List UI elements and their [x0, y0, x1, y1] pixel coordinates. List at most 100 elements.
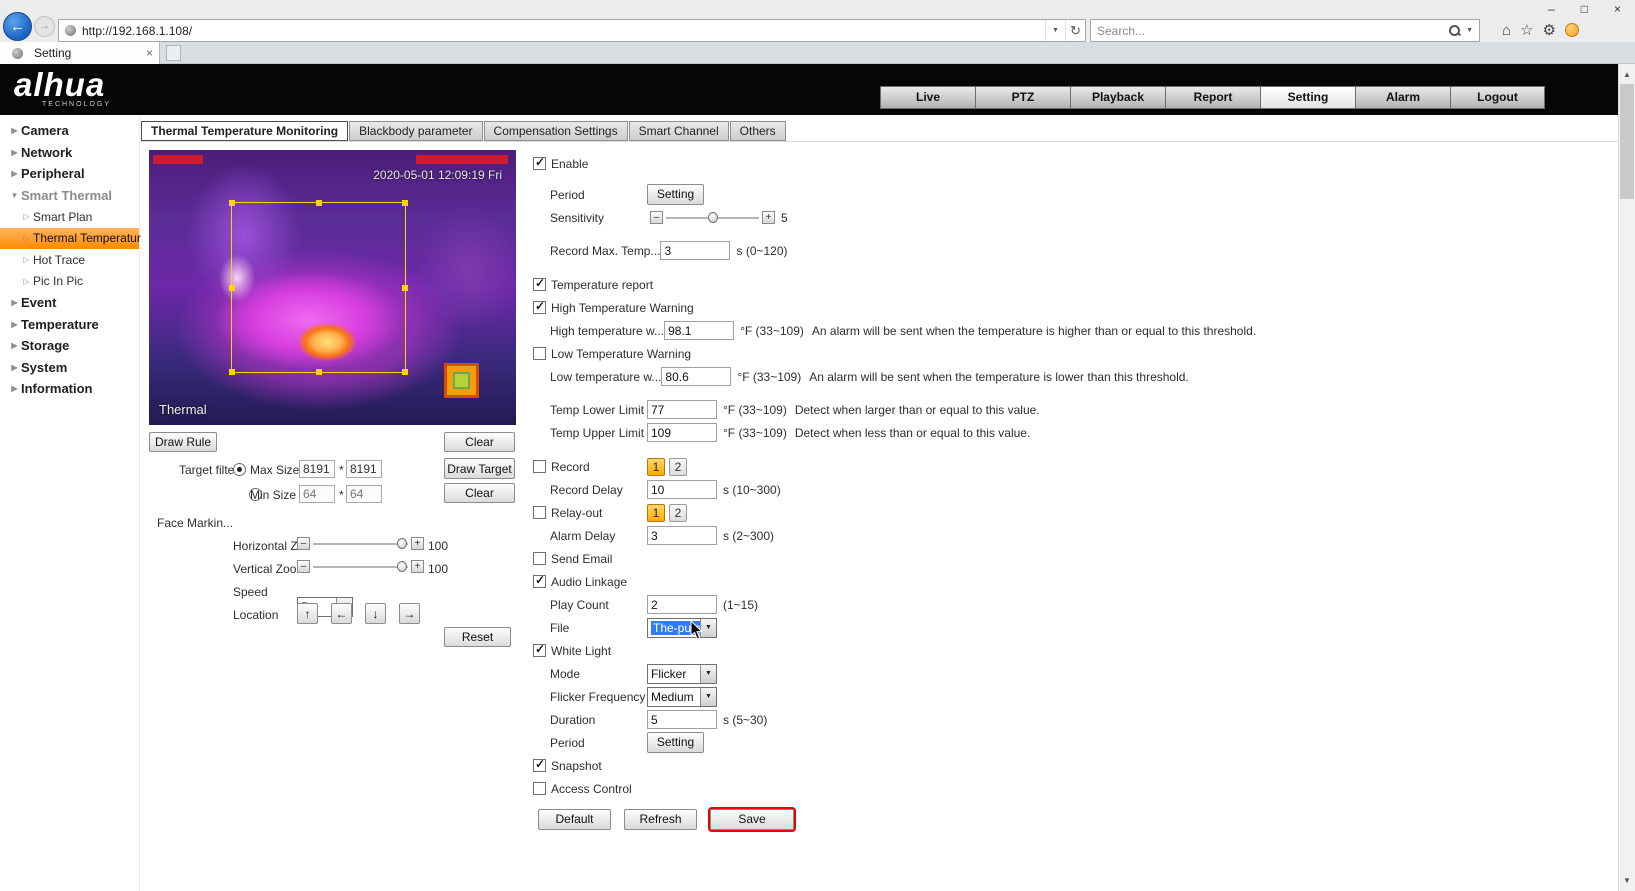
- sidebar-item-camera[interactable]: ▶Camera: [0, 120, 139, 142]
- temperature-report-checkbox[interactable]: [533, 278, 546, 291]
- nav-live[interactable]: Live: [880, 86, 975, 109]
- send-email-checkbox[interactable]: [533, 552, 546, 565]
- search-icon[interactable]: [1448, 24, 1461, 37]
- settings-gear-icon[interactable]: ⚙: [1543, 21, 1556, 39]
- record-channel-2[interactable]: 2: [669, 458, 687, 476]
- scroll-up-icon[interactable]: ▲: [1619, 66, 1635, 83]
- close-button[interactable]: ×: [1614, 2, 1621, 16]
- forward-button[interactable]: →: [34, 16, 55, 37]
- rule-handle[interactable]: [229, 285, 235, 291]
- location-down-button[interactable]: ↓: [365, 603, 386, 624]
- record-max-temp-input[interactable]: [660, 241, 730, 260]
- white-light-period-setting-button[interactable]: Setting: [647, 732, 704, 753]
- sidebar-item-storage[interactable]: ▶Storage: [0, 335, 139, 357]
- detection-rule-rectangle[interactable]: [231, 202, 406, 373]
- tab-smart-channel[interactable]: Smart Channel: [629, 121, 729, 141]
- relay-out-channel-1[interactable]: 1: [647, 504, 665, 522]
- period-setting-button[interactable]: Setting: [647, 184, 704, 205]
- nav-ptz[interactable]: PTZ: [975, 86, 1070, 109]
- browser-tab-setting[interactable]: Setting ×: [0, 42, 160, 64]
- nav-logout[interactable]: Logout: [1450, 86, 1545, 109]
- clear-target-button[interactable]: Clear: [444, 483, 515, 503]
- nav-playback[interactable]: Playback: [1070, 86, 1165, 109]
- rule-handle[interactable]: [402, 200, 408, 206]
- clear-rule-button[interactable]: Clear: [444, 432, 515, 452]
- back-button[interactable]: ←: [3, 12, 32, 41]
- nav-setting[interactable]: Setting: [1260, 86, 1355, 109]
- tab-close-icon[interactable]: ×: [146, 46, 153, 60]
- nav-alarm[interactable]: Alarm: [1355, 86, 1450, 109]
- sensitivity-slider[interactable]: [666, 211, 759, 224]
- slider-thumb[interactable]: [708, 212, 718, 223]
- reset-button[interactable]: Reset: [444, 627, 511, 647]
- sidebar-item-peripheral[interactable]: ▶Peripheral: [0, 163, 139, 185]
- max-size-radio[interactable]: [233, 463, 246, 476]
- draw-target-button[interactable]: Draw Target: [444, 458, 515, 479]
- address-bar[interactable]: http://192.168.1.108/ ▼ ↻: [58, 19, 1086, 42]
- min-height-input[interactable]: [346, 485, 382, 503]
- default-button[interactable]: Default: [538, 809, 611, 830]
- location-left-button[interactable]: ←: [331, 603, 352, 624]
- low-temp-warning-checkbox[interactable]: [533, 347, 546, 360]
- feedback-icon[interactable]: [1565, 23, 1579, 37]
- flicker-frequency-select[interactable]: Medium ▼: [647, 687, 717, 707]
- rule-handle[interactable]: [229, 369, 235, 375]
- record-delay-input[interactable]: [647, 480, 717, 499]
- refresh-icon[interactable]: ↻: [1065, 20, 1085, 41]
- minus-icon[interactable]: –: [650, 211, 663, 224]
- sidebar-item-information[interactable]: ▶Information: [0, 378, 139, 400]
- favorites-star-icon[interactable]: ☆: [1520, 21, 1533, 39]
- refresh-button[interactable]: Refresh: [624, 809, 697, 830]
- horizontal-zoom-slider[interactable]: – +: [297, 537, 424, 550]
- thermal-video-preview[interactable]: 2020-05-01 12:09:19 Fri Therm: [149, 150, 516, 425]
- minus-icon[interactable]: –: [297, 537, 310, 550]
- sidebar-item-hot-trace[interactable]: ▷Hot Trace: [0, 249, 139, 271]
- mode-select[interactable]: Flicker ▼: [647, 664, 717, 684]
- search-input[interactable]: Search... ▼: [1090, 19, 1480, 42]
- location-up-button[interactable]: ↑: [297, 603, 318, 624]
- new-tab-button[interactable]: [166, 45, 181, 61]
- white-light-checkbox[interactable]: [533, 644, 546, 657]
- access-control-checkbox[interactable]: [533, 782, 546, 795]
- tab-others[interactable]: Others: [730, 121, 786, 141]
- rule-handle[interactable]: [316, 200, 322, 206]
- sidebar-item-network[interactable]: ▶Network: [0, 142, 139, 164]
- high-temp-input[interactable]: [664, 321, 734, 340]
- tab-compensation-settings[interactable]: Compensation Settings: [484, 121, 628, 141]
- slider-thumb[interactable]: [397, 561, 407, 572]
- sidebar-item-pic-in-pic[interactable]: ▷Pic In Pic: [0, 271, 139, 293]
- maximize-button[interactable]: □: [1581, 2, 1588, 16]
- high-temp-warning-checkbox[interactable]: [533, 301, 546, 314]
- address-dropdown-icon[interactable]: ▼: [1045, 20, 1065, 41]
- sidebar-item-event[interactable]: ▶Event: [0, 292, 139, 314]
- rule-handle[interactable]: [229, 200, 235, 206]
- vertical-scrollbar[interactable]: ▲ ▼: [1618, 64, 1635, 891]
- tab-blackbody-parameter[interactable]: Blackbody parameter: [349, 121, 482, 141]
- record-checkbox[interactable]: [533, 460, 546, 473]
- alarm-delay-input[interactable]: [647, 526, 717, 545]
- nav-report[interactable]: Report: [1165, 86, 1260, 109]
- scroll-down-icon[interactable]: ▼: [1619, 872, 1635, 889]
- sidebar-item-temperature[interactable]: ▶Temperature: [0, 314, 139, 336]
- plus-icon[interactable]: +: [762, 211, 775, 224]
- rule-handle[interactable]: [402, 369, 408, 375]
- low-temp-input[interactable]: [661, 367, 731, 386]
- scrollbar-thumb[interactable]: [1620, 84, 1634, 199]
- save-button[interactable]: Save: [710, 809, 794, 830]
- sidebar-item-smart-thermal[interactable]: ▼Smart Thermal: [0, 185, 139, 207]
- relay-out-channel-2[interactable]: 2: [669, 504, 687, 522]
- location-right-button[interactable]: →: [399, 603, 420, 624]
- home-icon[interactable]: ⌂: [1502, 22, 1511, 39]
- slider-thumb[interactable]: [397, 538, 407, 549]
- minimize-button[interactable]: –: [1548, 2, 1555, 16]
- play-count-input[interactable]: [647, 595, 717, 614]
- record-channel-1[interactable]: 1: [647, 458, 665, 476]
- snapshot-checkbox[interactable]: [533, 759, 546, 772]
- temp-upper-limit-input[interactable]: [647, 423, 717, 442]
- search-dropdown-icon[interactable]: ▼: [1464, 27, 1479, 34]
- enable-checkbox[interactable]: [533, 157, 546, 170]
- file-select[interactable]: The-purge ▼: [647, 618, 717, 638]
- temp-lower-limit-input[interactable]: [647, 400, 717, 419]
- rule-handle[interactable]: [402, 285, 408, 291]
- url-text[interactable]: http://192.168.1.108/: [82, 24, 1045, 38]
